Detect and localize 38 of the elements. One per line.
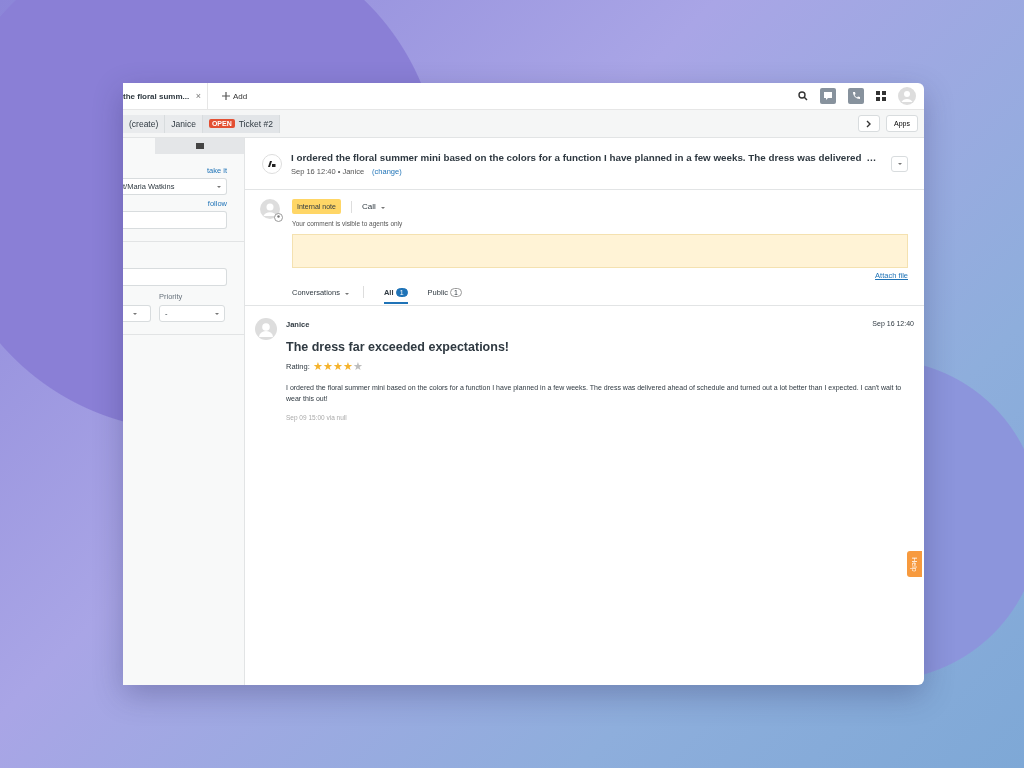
caret-icon (215, 312, 219, 315)
caret-icon (344, 292, 349, 295)
phone-icon[interactable] (848, 88, 864, 104)
chat-icon[interactable] (820, 88, 836, 104)
caret-icon (217, 185, 221, 188)
message-title: The dress far exceeded expectations! (286, 340, 510, 354)
ticket-title: I ordered the floral summer mini based on the colors for a function I have planned in a few weeks. The dress was delivered (291, 152, 862, 163)
ellipsis-text: … (866, 152, 877, 163)
caret-icon (133, 312, 137, 315)
tags-field[interactable] (123, 268, 227, 286)
add-tab-button[interactable]: Add (216, 90, 254, 102)
card-icon (195, 143, 204, 149)
search-icon[interactable] (798, 91, 808, 101)
dropdown-button[interactable] (891, 156, 908, 172)
star-icon: ★ (342, 360, 353, 373)
user-avatar-icon (255, 318, 277, 340)
star-icon: ★ (332, 360, 343, 373)
sidebar-tab[interactable] (155, 138, 244, 154)
caret-icon (380, 207, 385, 209)
star-icon: ★ (322, 360, 333, 373)
type-select[interactable] (123, 305, 151, 322)
channel-dropdown[interactable]: Call (361, 202, 385, 211)
expand-button[interactable] (858, 115, 881, 132)
chevron-icon (866, 119, 873, 128)
breadcrumb[interactable]: (create) (123, 114, 166, 133)
grid-icon[interactable] (876, 91, 886, 101)
star-icon: ★ (352, 360, 363, 373)
followers-field[interactable] (123, 211, 227, 229)
plus-icon (222, 92, 230, 100)
user-avatar-icon (260, 199, 283, 222)
avatar-icon[interactable] (898, 87, 916, 105)
breadcrumb[interactable]: Janice (165, 114, 203, 133)
star-icon: ★ (312, 360, 323, 373)
brand-logo-icon (262, 154, 282, 174)
comment-field[interactable] (292, 234, 908, 268)
ticket-tab[interactable]: the floral summ... × (123, 83, 208, 109)
close-icon[interactable]: × (195, 91, 201, 101)
caret-icon (897, 163, 902, 165)
